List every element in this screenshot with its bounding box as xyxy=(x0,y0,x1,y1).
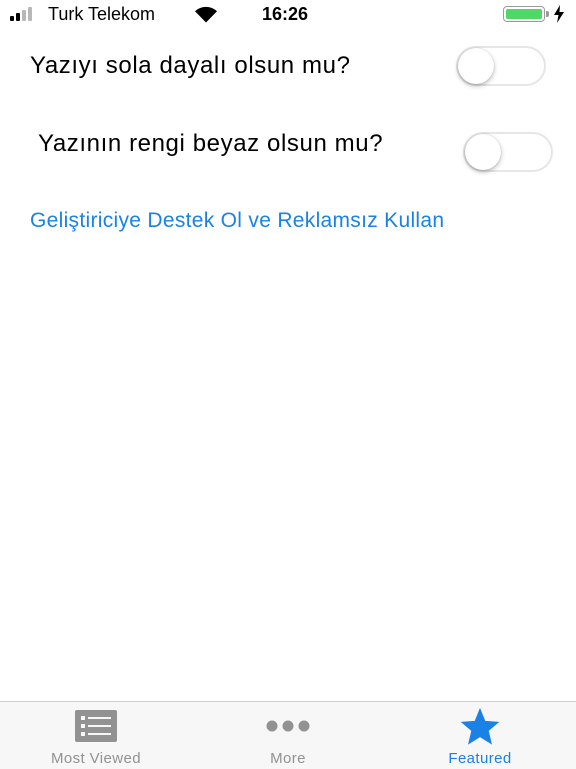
align-left-label: Yazıyı sola dayalı olsun mu? xyxy=(30,52,351,79)
tab-label: Most Viewed xyxy=(51,750,141,767)
toggle-knob xyxy=(465,134,501,170)
tab-label: More xyxy=(270,750,306,767)
support-developer-link[interactable]: Geliştiriciye Destek Ol ve Reklamsız Kul… xyxy=(30,208,444,234)
white-text-label: Yazının rengi beyaz olsun mu? xyxy=(38,130,384,157)
wifi-icon xyxy=(195,6,217,23)
tab-most-viewed[interactable]: Most Viewed xyxy=(0,702,192,769)
cellular-signal-icon xyxy=(10,7,32,21)
tab-bar: Most Viewed More Featured xyxy=(0,701,576,769)
tab-featured[interactable]: Featured xyxy=(384,702,576,769)
ellipsis-icon xyxy=(266,720,310,732)
battery-icon xyxy=(503,6,545,22)
white-text-toggle[interactable] xyxy=(463,132,553,172)
tab-label: Featured xyxy=(448,750,512,767)
battery-tip xyxy=(546,11,549,17)
star-icon xyxy=(460,707,500,745)
align-left-toggle[interactable] xyxy=(456,46,546,86)
tab-more[interactable]: More xyxy=(192,702,384,769)
toggle-knob xyxy=(458,48,494,84)
status-bar: Turk Telekom 16:26 xyxy=(0,0,576,28)
list-icon xyxy=(75,710,117,742)
charging-bolt-icon xyxy=(554,5,564,23)
carrier-name: Turk Telekom xyxy=(48,4,156,24)
status-time: 16:26 xyxy=(262,4,309,24)
